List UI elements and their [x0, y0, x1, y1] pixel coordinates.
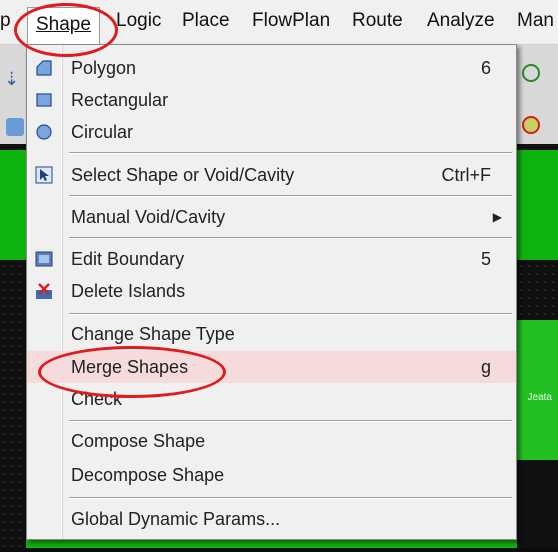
menu-manufacture-partial[interactable]: Man	[517, 10, 554, 32]
canvas-green-region-right-lower	[517, 320, 558, 460]
menu-item-merge-shapes[interactable]: Merge Shapes g	[27, 351, 516, 383]
menu-item-decompose-shape[interactable]: Decompose Shape	[27, 459, 516, 491]
circular-label: Circular	[71, 122, 134, 142]
toolbar-shape-icon[interactable]	[6, 118, 24, 136]
menu-separator	[69, 420, 512, 422]
menu-flowplan[interactable]: FlowPlan	[252, 10, 330, 32]
select-shape-label: Select Shape or Void/Cavity	[71, 165, 295, 185]
menu-separator	[69, 195, 512, 197]
toolbar-arrow-icon[interactable]: ⇣	[4, 70, 22, 88]
menu-partial-left[interactable]: p	[0, 10, 11, 32]
menu-separator	[69, 313, 512, 315]
manual-void-label: Manual Void/Cavity	[71, 207, 226, 227]
canvas-grid-right	[517, 262, 558, 318]
canvas-green-bottom	[26, 540, 517, 548]
menu-item-delete-islands[interactable]: Delete Islands	[27, 275, 516, 307]
menubar: p Shape Logic Place FlowPlan Route Analy…	[0, 0, 558, 45]
edit-boundary-label: Edit Boundary	[71, 249, 185, 269]
delete-islands-icon	[36, 283, 52, 299]
menu-separator	[69, 152, 512, 154]
canvas-green-region	[0, 150, 26, 260]
merge-shapes-label: Merge Shapes	[71, 357, 189, 377]
rectangle-icon	[36, 93, 52, 107]
decompose-shape-label: Decompose Shape	[71, 465, 225, 485]
compose-shape-label: Compose Shape	[71, 431, 206, 451]
menu-separator	[69, 237, 512, 239]
menu-item-change-shape-type[interactable]: Change Shape Type	[27, 318, 516, 350]
polygon-shortcut: 6	[480, 58, 491, 78]
shape-dropdown-menu: Polygon 6 Rectangular Circular Select Sh…	[26, 44, 517, 540]
edit-boundary-icon	[35, 251, 53, 267]
select-shape-shortcut: Ctrl+F	[441, 165, 492, 185]
select-cursor-icon	[35, 166, 53, 184]
menu-item-rectangular[interactable]: Rectangular	[27, 84, 516, 116]
menu-separator	[69, 497, 512, 499]
menu-route[interactable]: Route	[352, 10, 403, 32]
submenu-arrow-icon: ▶	[492, 210, 502, 224]
menu-item-select-shape[interactable]: Select Shape or Void/Cavity Ctrl+F	[27, 159, 516, 191]
menu-shape-label: Shape	[36, 14, 91, 35]
toolbar-target-icon[interactable]	[522, 116, 540, 134]
menu-item-manual-void[interactable]: Manual Void/Cavity ▶	[27, 201, 516, 233]
canvas-label: Jeata	[527, 392, 552, 403]
delete-islands-label: Delete Islands	[71, 281, 186, 301]
rectangular-label: Rectangular	[71, 90, 169, 110]
menu-logic[interactable]: Logic	[116, 10, 161, 32]
circle-icon	[36, 124, 52, 140]
merge-shapes-shortcut: g	[480, 357, 491, 377]
menu-shape[interactable]: Shape	[27, 7, 100, 44]
menu-place[interactable]: Place	[182, 10, 230, 32]
polygon-label: Polygon	[71, 58, 137, 78]
menu-item-circular[interactable]: Circular	[27, 116, 516, 148]
menu-item-global-dynamic-params[interactable]: Global Dynamic Params...	[27, 503, 516, 535]
menu-item-check[interactable]: Check	[27, 383, 516, 415]
toolbar-refresh-icon[interactable]	[522, 64, 540, 82]
check-label: Check	[71, 389, 123, 409]
menu-item-compose-shape[interactable]: Compose Shape	[27, 425, 516, 457]
change-shape-type-label: Change Shape Type	[71, 324, 235, 344]
polygon-icon	[36, 60, 52, 76]
edit-boundary-shortcut: 5	[480, 249, 491, 269]
canvas-grid	[0, 262, 26, 552]
menu-item-edit-boundary[interactable]: Edit Boundary 5	[27, 243, 516, 275]
canvas-green-region-right	[517, 150, 558, 260]
menu-item-polygon[interactable]: Polygon 6	[27, 52, 516, 84]
global-dynamic-params-label: Global Dynamic Params...	[71, 509, 281, 529]
menu-analyze[interactable]: Analyze	[427, 10, 495, 32]
